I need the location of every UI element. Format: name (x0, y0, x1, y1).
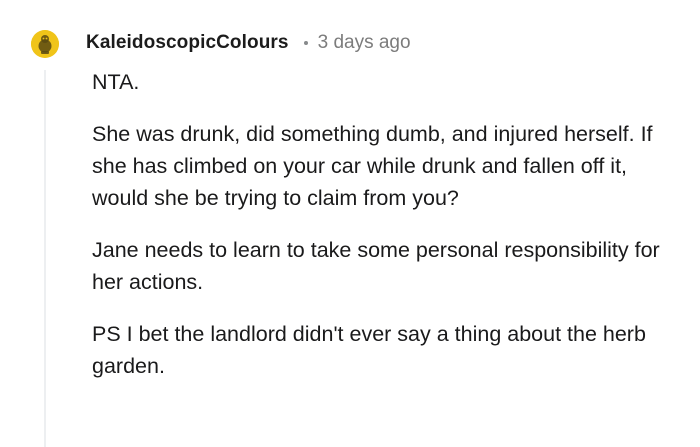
separator-dot (303, 41, 308, 45)
comment-paragraph: PS I bet the landlord didn't ever say a … (92, 322, 646, 378)
username-link[interactable]: KaleidoscopicColours (86, 32, 289, 54)
comment-header: KaleidoscopicColours 3 days ago (86, 30, 411, 56)
thread-line[interactable] (44, 70, 46, 447)
timestamp[interactable]: 3 days ago (318, 32, 411, 54)
avatar[interactable] (31, 30, 59, 58)
comment-paragraph: NTA. (92, 70, 140, 94)
snoo-avatar-icon (31, 30, 59, 58)
comment-body: NTA. She was drunk, did something dumb, … (92, 66, 682, 402)
comment-paragraph: Jane needs to learn to take some persona… (92, 238, 660, 294)
comment-paragraph: She was drunk, did something dumb, and i… (92, 122, 653, 210)
